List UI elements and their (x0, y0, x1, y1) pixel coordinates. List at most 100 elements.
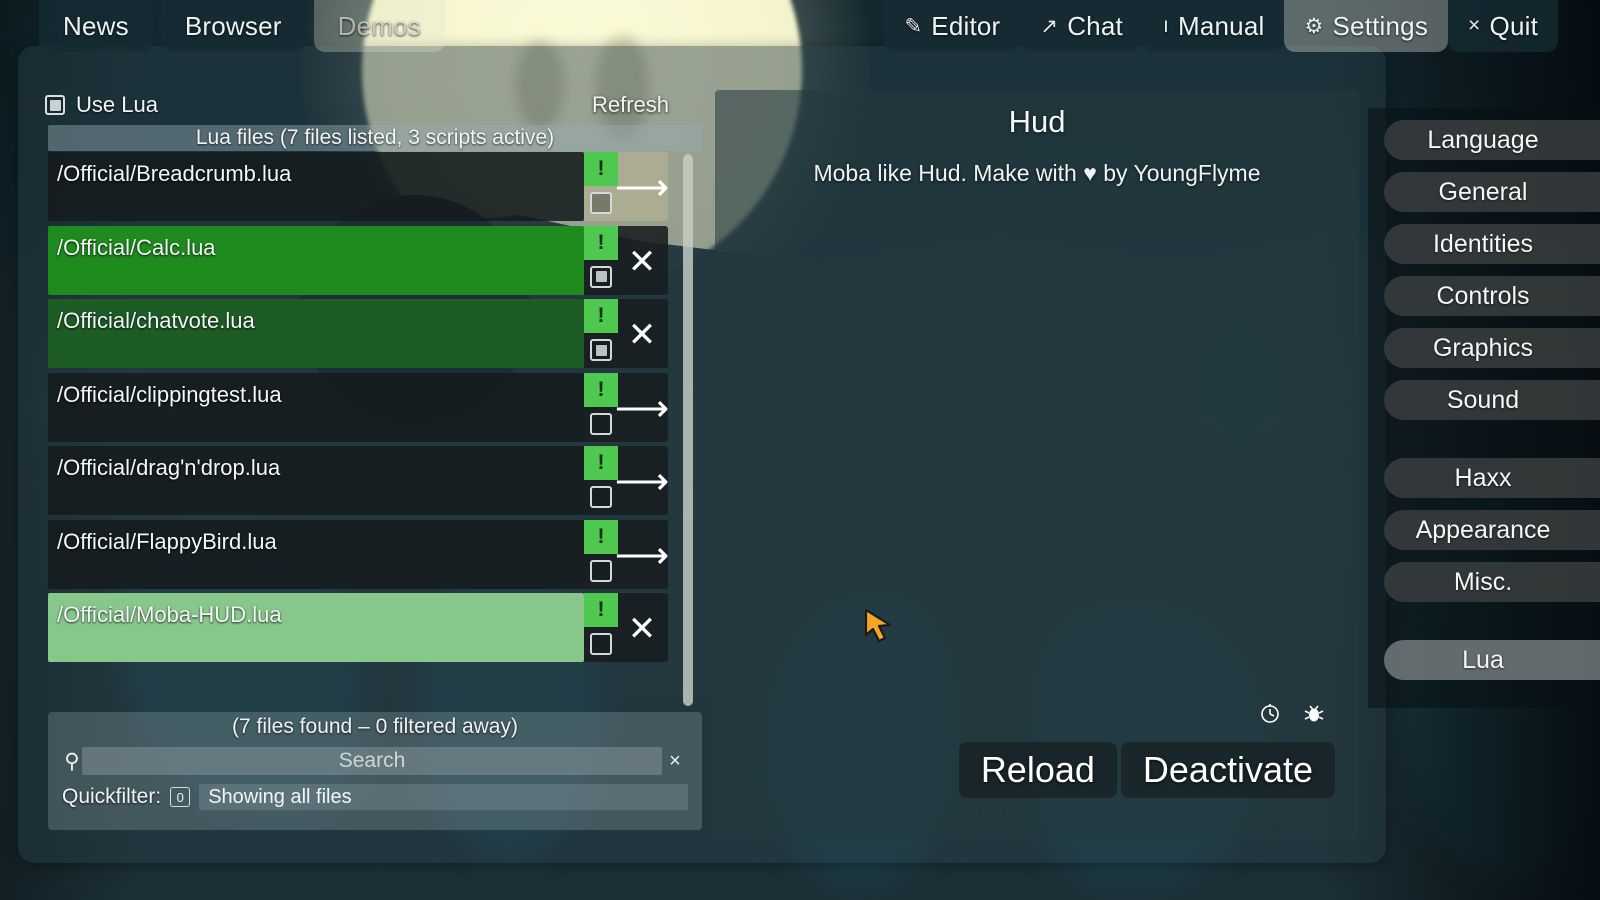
lua-list-scrollbar-track[interactable] (683, 154, 693, 706)
lua-file-controls: ! ✕ (584, 299, 668, 368)
lua-file-row[interactable]: /Official/Breadcrumb.lua! ⟶ (48, 152, 669, 221)
script-enabled-checkbox[interactable] (590, 412, 612, 435)
sidebar-item-sound[interactable]: Sound (1384, 380, 1600, 420)
lua-file-name-box[interactable]: /Official/Calc.lua (48, 225, 584, 295)
lua-file-path: /Official/Breadcrumb.lua (57, 161, 292, 186)
stopwatch-icon[interactable] (1255, 698, 1285, 728)
lua-file-controls: ! ⟶ (584, 152, 669, 221)
script-warning-button[interactable]: ! (584, 446, 618, 480)
script-enabled-checkbox[interactable] (590, 633, 612, 655)
lua-file-row[interactable]: /Official/Moba-HUD.lua! ✕ (48, 593, 668, 662)
lua-file-row[interactable]: /Official/drag'n'drop.lua! ⟶ (48, 446, 669, 515)
tab-label: Manual (1177, 10, 1265, 41)
search-input[interactable] (82, 747, 662, 775)
tab-settings[interactable]: ⚙ Settings (1284, 0, 1449, 52)
lua-file-row[interactable]: /Official/FlappyBird.lua! ⟶ (48, 519, 669, 589)
tab-manual[interactable]: ı Manual (1142, 0, 1285, 52)
sidebar-item-graphics[interactable]: Graphics (1384, 328, 1600, 368)
gear-icon: ⚙ (1304, 14, 1324, 38)
sidebar-item-misc[interactable]: Misc. (1384, 562, 1600, 602)
settings-sidebar: Language General Identities Controls Graphic… (1368, 108, 1600, 708)
tab-editor[interactable]: ✎ Editor (884, 0, 1021, 52)
lua-file-row[interactable]: /Official/Calc.lua! ✕ (48, 225, 668, 295)
script-action-buttons: Reload Deactivate (958, 742, 1335, 798)
sidebar-item-controls[interactable]: Controls (1384, 276, 1600, 316)
tab-demos[interactable]: Demos (313, 0, 445, 52)
tab-label: Demos (337, 10, 421, 41)
tab-label: Quit (1489, 10, 1538, 41)
script-warning-button[interactable]: ! (584, 593, 618, 627)
lua-file-path: /Official/drag'n'drop.lua (57, 455, 281, 480)
tab-news[interactable]: News (39, 0, 153, 52)
lua-list-scrollbar-thumb[interactable] (683, 154, 693, 706)
deactivate-button[interactable]: Deactivate (1120, 742, 1335, 798)
sidebar-item-appearance[interactable]: Appearance (1384, 510, 1600, 550)
lua-file-controls: ! ✕ (584, 225, 668, 295)
tab-group-left: News Browser Demos (39, 0, 445, 52)
lua-files-pane: Use Lua Refresh Lua files (7 files liste… (45, 90, 705, 840)
lua-file-name-box[interactable]: /Official/FlappyBird.lua (48, 519, 584, 589)
lua-file-controls: ! ⟶ (584, 519, 669, 589)
tab-browser[interactable]: Browser (160, 0, 306, 52)
quickfilter-value[interactable]: Showing all files (199, 784, 688, 810)
arrow-up-right-icon: ↗ (1040, 14, 1059, 38)
close-icon: × (1468, 14, 1481, 37)
tab-label: Editor (931, 10, 1001, 41)
clear-search-icon[interactable]: × (662, 750, 688, 773)
use-lua-label: Use Lua (76, 92, 158, 117)
sidebar-item-language[interactable]: Language (1384, 120, 1600, 160)
activate-script-arrow-icon[interactable]: ⟶ (615, 460, 669, 504)
quickfilter-label: Quickfilter: (62, 785, 162, 808)
activate-script-arrow-icon[interactable]: ⟶ (615, 166, 669, 210)
script-warning-button[interactable]: ! (584, 372, 618, 407)
script-icon-row (1255, 698, 1329, 728)
refresh-button[interactable]: Refresh (592, 90, 669, 120)
bug-icon[interactable] (1299, 698, 1329, 728)
script-warning-button[interactable]: ! (584, 225, 618, 260)
script-enabled-checkbox[interactable] (590, 559, 612, 582)
script-enabled-checkbox[interactable] (590, 339, 612, 361)
tab-chat[interactable]: ↗ Chat (1020, 0, 1143, 52)
lua-file-list: /Official/Breadcrumb.lua! ⟶/Official/Calc… (48, 152, 702, 708)
script-warning-button[interactable]: ! (584, 152, 618, 186)
script-title: Hud (1008, 104, 1066, 139)
search-row: ⚲ × (62, 746, 688, 776)
lua-file-row[interactable]: /Official/clippingtest.lua! ⟶ (48, 372, 669, 442)
activate-script-arrow-icon[interactable]: ⟶ (615, 387, 669, 431)
script-enabled-checkbox[interactable] (590, 265, 612, 288)
deactivate-script-close-icon[interactable]: ✕ (618, 313, 666, 357)
lua-file-path: /Official/chatvote.lua (57, 308, 255, 333)
sidebar-item-identities[interactable]: Identities (1384, 224, 1600, 264)
lua-file-path: /Official/clippingtest.lua (57, 381, 282, 407)
lua-file-path: /Official/FlappyBird.lua (57, 528, 277, 554)
tab-label: Browser (184, 10, 282, 41)
deactivate-script-close-icon[interactable]: ✕ (618, 607, 666, 651)
sidebar-item-list: Language General Identities Controls Graphic… (1368, 120, 1600, 680)
sidebar-item-lua[interactable]: Lua (1384, 640, 1600, 680)
lua-file-row[interactable]: /Official/chatvote.lua! ✕ (48, 299, 668, 368)
lua-filter-block: (7 files found – 0 filtered away) ⚲ × Qu… (48, 712, 702, 830)
quickfilter-count-badge: 0 (170, 787, 191, 807)
tab-group-right: ✎ Editor ↗ Chat ı Manual ⚙ Settings × Quit (884, 0, 1558, 52)
tab-label: Settings (1332, 10, 1429, 41)
activate-script-arrow-icon[interactable]: ⟶ (615, 534, 669, 578)
script-warning-button[interactable]: ! (584, 299, 618, 333)
lua-file-name-box[interactable]: /Official/clippingtest.lua (48, 372, 584, 442)
info-icon: ı (1162, 14, 1169, 37)
script-enabled-checkbox[interactable] (590, 192, 612, 214)
top-tab-bar: News Browser Demos ✎ Editor ↗ Chat ı Manual ⚙ Set… (0, 0, 1600, 55)
lua-file-name-box[interactable]: /Official/drag'n'drop.lua (48, 446, 584, 515)
lua-file-name-box[interactable]: /Official/chatvote.lua (48, 299, 584, 368)
lua-file-name-box[interactable]: /Official/Moba-HUD.lua (48, 593, 584, 662)
lua-file-controls: ! ⟶ (584, 446, 669, 515)
tab-quit[interactable]: × Quit (1448, 0, 1558, 52)
sidebar-item-haxx[interactable]: Haxx (1384, 458, 1600, 498)
deactivate-script-close-icon[interactable]: ✕ (618, 240, 666, 284)
reload-button[interactable]: Reload (958, 742, 1117, 798)
script-enabled-checkbox[interactable] (590, 486, 612, 508)
sidebar-item-general[interactable]: General (1384, 172, 1600, 212)
script-warning-button[interactable]: ! (584, 519, 618, 554)
use-lua-checkbox[interactable] (45, 95, 65, 115)
lua-file-name-box[interactable]: /Official/Breadcrumb.lua (48, 152, 584, 221)
